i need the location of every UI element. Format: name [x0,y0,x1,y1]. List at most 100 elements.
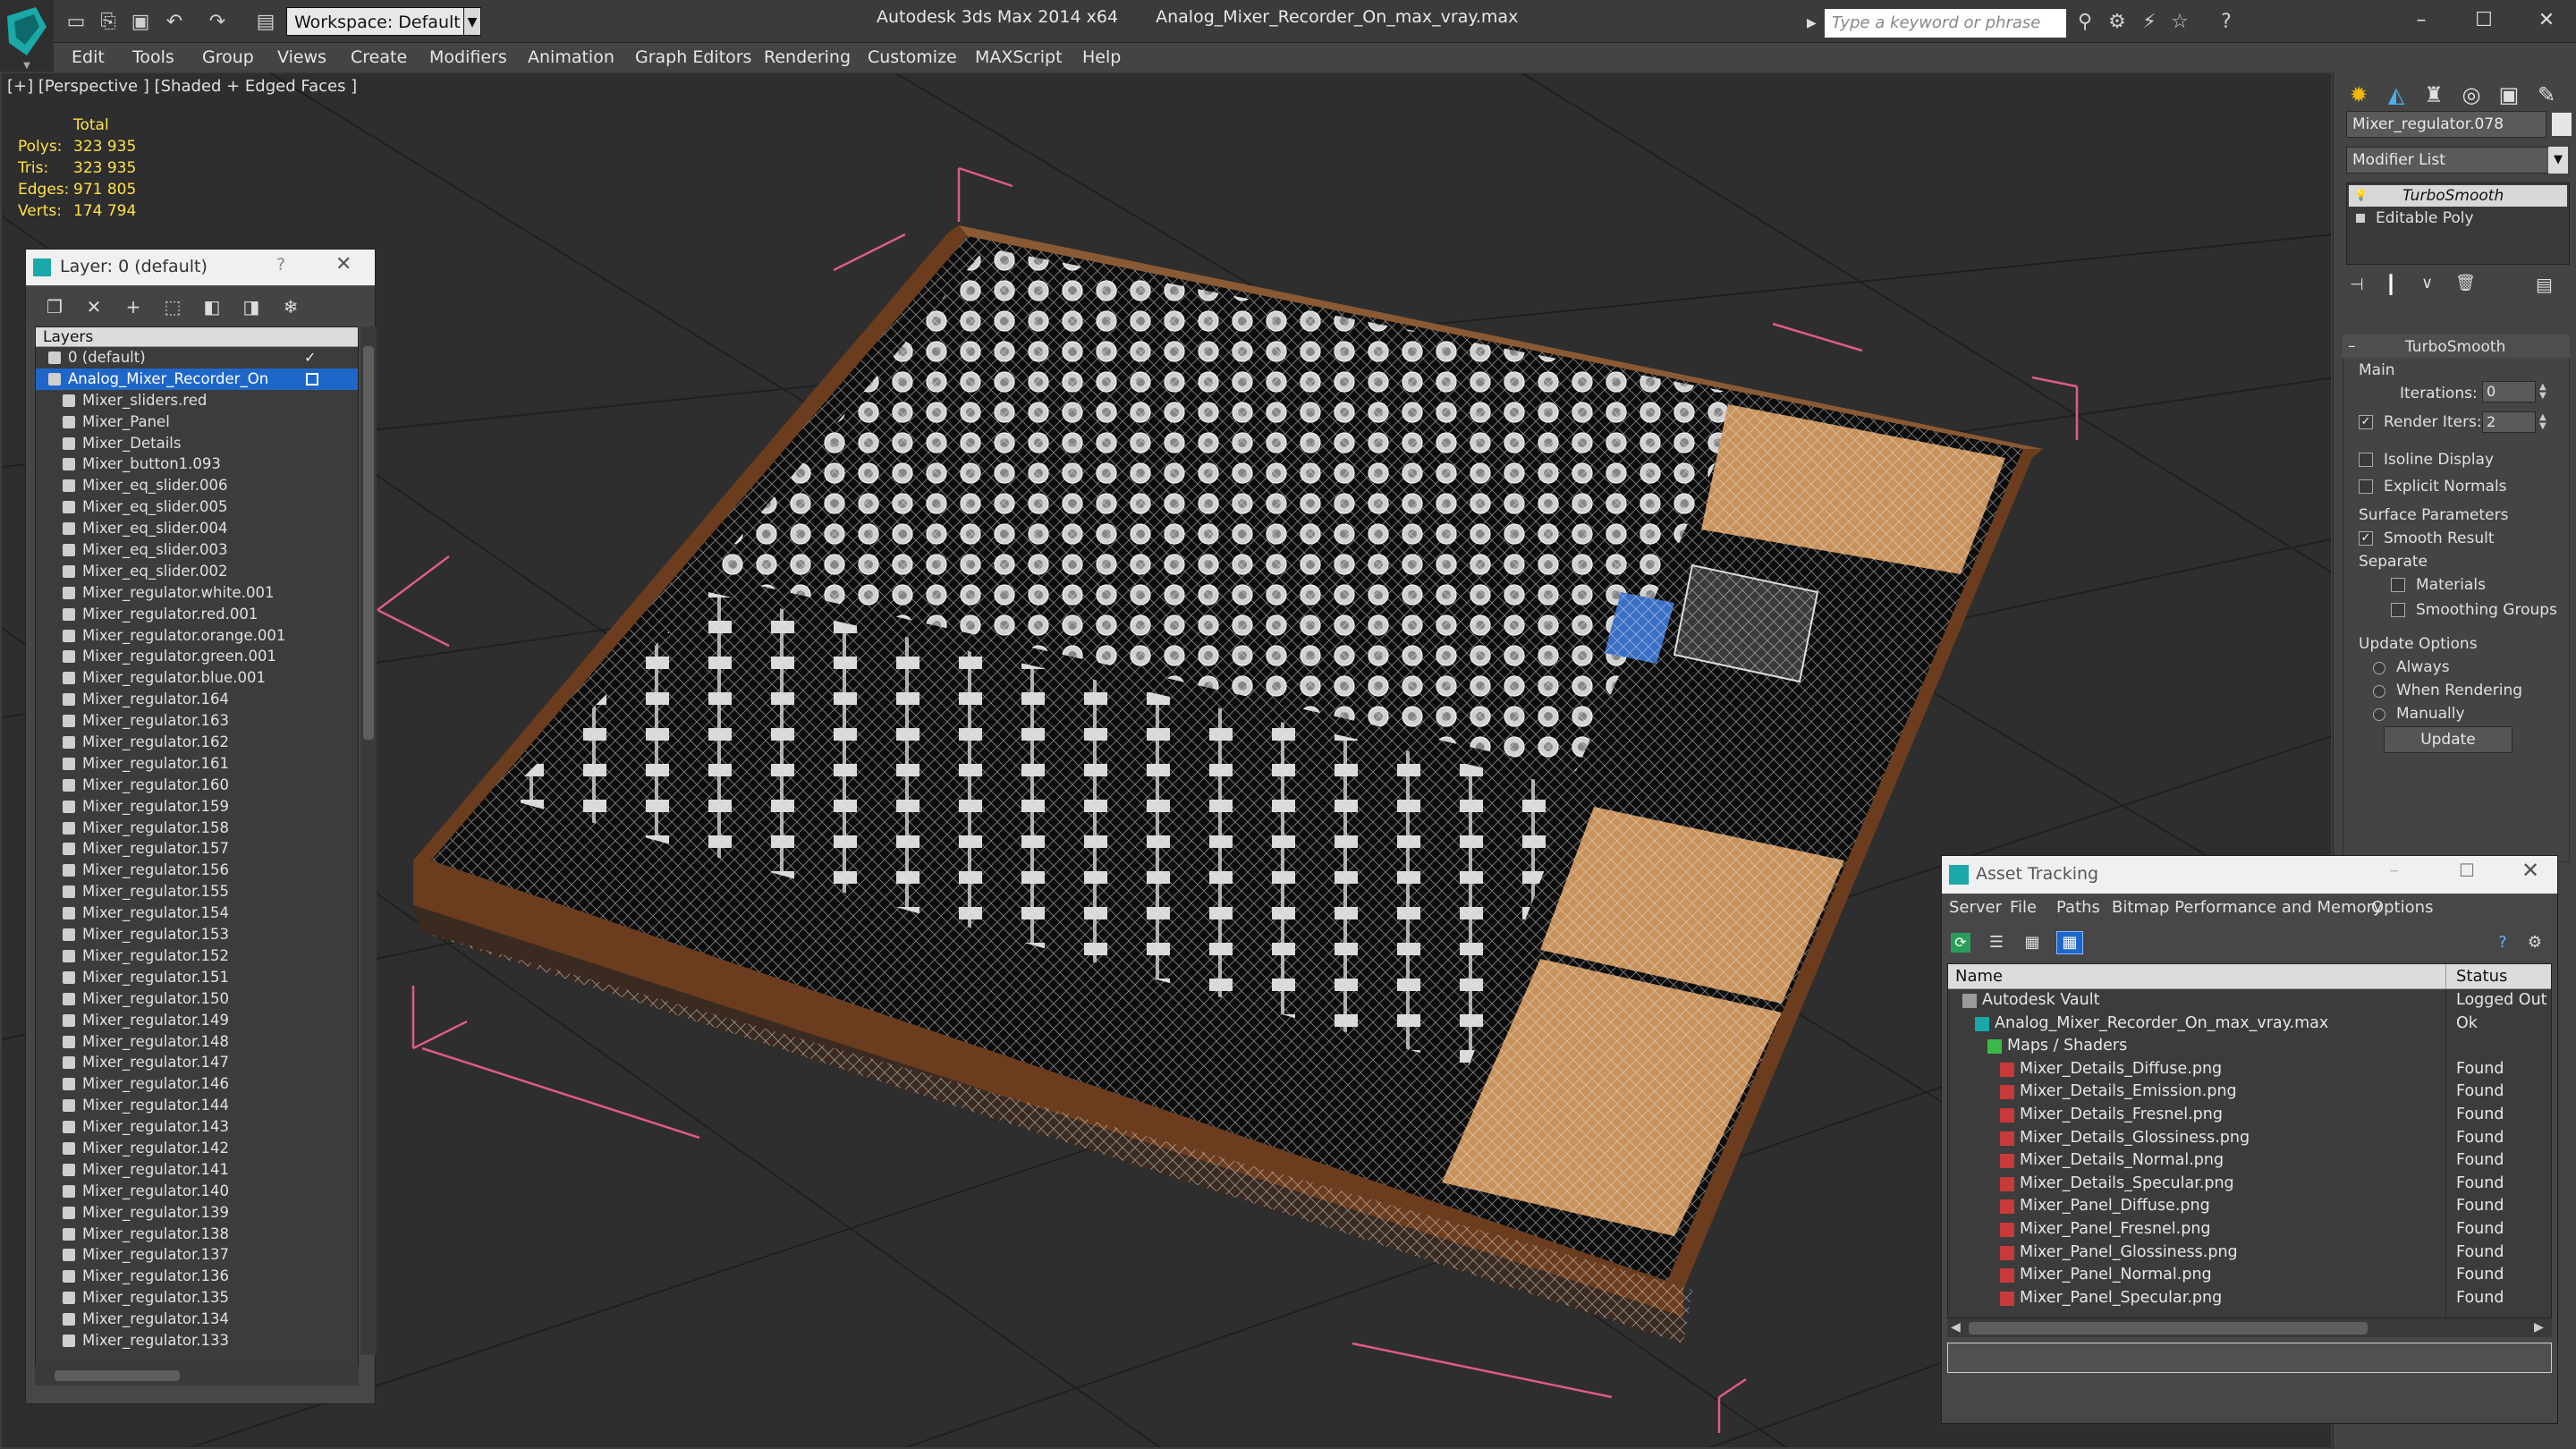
layer-row[interactable]: Mixer_regulator.144 [36,1095,358,1116]
manually-radio[interactable] [2373,708,2385,721]
menu-create[interactable]: Create [351,43,407,72]
layer-row[interactable]: Mixer_regulator.139 [36,1202,358,1224]
menu-tools[interactable]: Tools [132,43,174,72]
menu-animation[interactable]: Animation [528,43,614,72]
layer-row[interactable]: 0 (default) ✓ [36,347,358,369]
display-tab-icon[interactable]: ▣ [2491,77,2527,113]
layer-row[interactable]: Mixer_regulator.134 [36,1309,358,1330]
hierarchy-tab-icon[interactable]: ♜ [2416,77,2452,113]
settings-icon[interactable]: ⚙ [2525,933,2545,953]
add-to-layer-icon[interactable]: + [121,294,146,319]
chevron-down-icon[interactable]: ▼ [2548,147,2568,174]
menu-customize[interactable]: Customize [868,43,957,72]
stack-item-turbosmooth[interactable]: TurboSmooth [2349,185,2567,207]
layer-row[interactable]: Mixer_regulator.160 [36,775,358,796]
menu-views[interactable]: Views [277,43,326,72]
asset-row[interactable]: Analog_Mixer_Recorder_On_max_vray.max Ok [1948,1013,2551,1036]
layers-column-header[interactable]: Layers [36,327,358,347]
layer-row[interactable]: Analog_Mixer_Recorder_On [36,368,358,390]
asset-menu-server[interactable]: Server [1949,894,2002,922]
layer-row[interactable]: Mixer_regulator.150 [36,988,358,1010]
minimize-button[interactable]: – [2389,860,2399,882]
layer-row[interactable]: Mixer_regulator.green.001 [36,646,358,667]
asset-menu-bitmap-performance[interactable]: Bitmap Performance and Memory [2112,894,2383,922]
layer-row[interactable]: Mixer_regulator.143 [36,1116,358,1138]
menu-modifiers[interactable]: Modifiers [429,43,507,72]
redo-icon[interactable]: ↷ [204,9,231,36]
layer-row[interactable]: Mixer_regulator.151 [36,967,358,988]
help-icon[interactable]: ? [2493,933,2512,953]
favorites-star-icon[interactable]: ☆ [2166,9,2193,36]
asset-menu-file[interactable]: File [2010,894,2037,922]
object-name-field[interactable]: Mixer_regulator.078 [2346,111,2546,138]
layer-row[interactable]: Mixer_eq_slider.003 [36,539,358,561]
utilities-tab-icon[interactable]: ✎ [2529,77,2564,113]
layer-row[interactable]: Mixer_regulator.147 [36,1052,358,1073]
asset-row[interactable]: Autodesk Vault Logged Out ... [1948,989,2551,1013]
menu-edit[interactable]: Edit [72,43,105,72]
layer-row[interactable]: Mixer_regulator.148 [36,1031,358,1053]
search-input[interactable]: Type a keyword or phrase [1825,9,2066,38]
menu-rendering[interactable]: Rendering [764,43,851,72]
explicit-normals-checkbox[interactable] [2359,479,2373,494]
undo-icon[interactable]: ↶ [161,9,188,36]
layer-row[interactable]: Mixer_regulator.149 [36,1010,358,1031]
layer-row[interactable]: Mixer_button1.093 [36,453,358,475]
layer-row[interactable]: Mixer_regulator.138 [36,1224,358,1245]
layer-row[interactable]: Mixer_eq_slider.005 [36,496,358,518]
layer-row[interactable]: Mixer_sliders.red [36,390,358,411]
minimize-button[interactable]: – [2399,4,2444,38]
current-layer-box-icon[interactable] [306,372,318,386]
menu-help[interactable]: Help [1082,43,1121,72]
layer-row[interactable]: Mixer_regulator.140 [36,1181,358,1202]
scrollbar-thumb[interactable] [1969,1322,2368,1335]
asset-row[interactable]: Mixer_Panel_Glossiness.png Found [1948,1241,2551,1265]
remove-modifier-icon[interactable]: 🗑 [2455,274,2476,292]
layer-row[interactable]: Mixer_eq_slider.002 [36,561,358,582]
menu-maxscript[interactable]: MAXScript [975,43,1063,72]
close-button[interactable]: ✕ [2521,858,2539,883]
scrollbar-thumb[interactable] [55,1370,180,1381]
scroll-right-icon[interactable]: ▶ [2534,1320,2544,1335]
highlight-layer-icon[interactable]: ◧ [199,294,225,319]
always-radio[interactable] [2373,662,2385,674]
make-unique-icon[interactable]: ∨ [2421,274,2433,292]
asset-row[interactable]: Mixer_Details_Glossiness.png Found [1948,1127,2551,1150]
asset-row[interactable]: Maps / Shaders [1948,1035,2551,1058]
layer-panel-title-bar[interactable]: Layer: 0 (default) ? ✕ [26,250,375,285]
rollout-collapse-icon[interactable]: – [2348,337,2356,355]
new-layer-icon[interactable]: ❐ [42,294,67,319]
layer-row[interactable]: Mixer_regulator.orange.001 [36,625,358,647]
layer-row[interactable]: Mixer_regulator.142 [36,1138,358,1159]
layer-row[interactable]: Mixer_regulator.152 [36,945,358,967]
column-name[interactable]: Name [1955,964,2003,989]
table-view-icon[interactable]: ▦ [2056,931,2083,954]
select-in-layer-icon[interactable]: ⬚ [160,294,185,319]
binoculars-icon[interactable]: ⚲ [2072,9,2098,36]
pin-stack-icon[interactable]: ⊣ [2350,275,2364,294]
workspace-dropdown[interactable]: Workspace: Default [286,7,465,36]
layer-row[interactable]: Mixer_regulator.157 [36,838,358,860]
horizontal-scrollbar[interactable]: ◀ ▶ [1947,1318,2552,1337]
create-tab-icon[interactable]: ✹ [2341,77,2377,113]
project-folder-icon[interactable]: ▤ [252,9,279,36]
chevron-down-icon[interactable]: ▼ [463,7,481,36]
spinner-arrows-icon[interactable]: ▲ ▼ [2539,383,2546,401]
maximize-button[interactable]: ☐ [2462,4,2506,38]
isoline-display-checkbox[interactable] [2359,453,2373,467]
layer-row[interactable]: Mixer_regulator.133 [36,1330,358,1352]
layer-row[interactable]: Mixer_regulator.158 [36,818,358,839]
iterations-spinner[interactable]: 0 [2482,381,2536,402]
asset-row[interactable]: Mixer_Panel_Diffuse.png Found [1948,1195,2551,1218]
asset-row[interactable]: Mixer_Panel_Normal.png Found [1948,1264,2551,1287]
layer-row[interactable]: Mixer_regulator.154 [36,902,358,924]
asset-row[interactable]: Mixer_Panel_Fresnel.png Found [1948,1218,2551,1241]
current-layer-check-icon[interactable]: ✓ [304,347,316,369]
smoothing-groups-checkbox[interactable] [2391,603,2405,617]
update-button[interactable]: Update [2384,726,2512,753]
object-color-swatch[interactable] [2552,113,2572,136]
delete-layer-icon[interactable]: ✕ [81,294,106,319]
layer-row[interactable]: Mixer_eq_slider.004 [36,518,358,539]
lightbulb-icon[interactable]: 💡 [2354,189,2368,201]
layer-row[interactable]: Mixer_Details [36,433,358,454]
